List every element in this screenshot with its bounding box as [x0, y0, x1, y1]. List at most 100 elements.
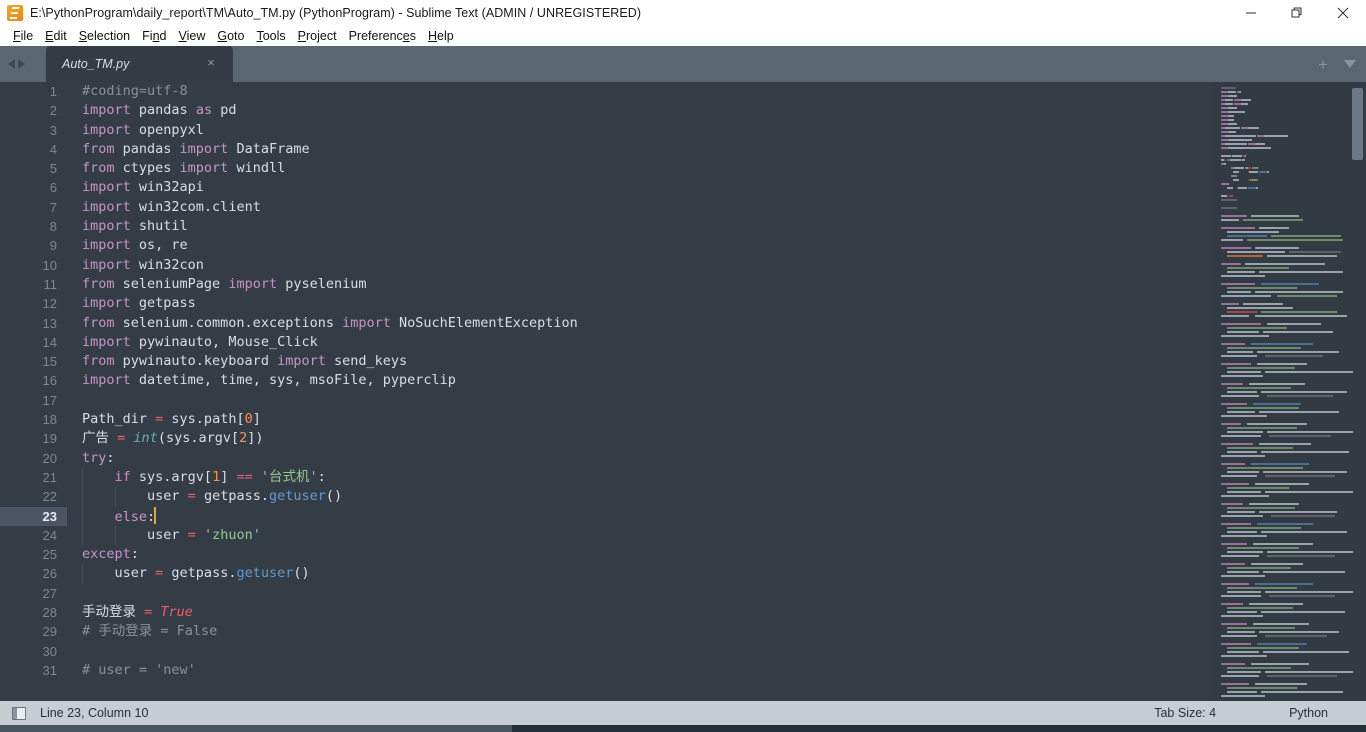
code-line[interactable]: 27: [0, 584, 1215, 603]
minimap-token: [1227, 646, 1299, 649]
code-line[interactable]: 3 import openpyxl: [0, 121, 1215, 140]
arrow-left-icon[interactable]: [8, 59, 15, 69]
code-line[interactable]: 17: [0, 391, 1215, 410]
editor-area[interactable]: 1 #coding=utf-8 2 import pandas as pd 3 impor…: [0, 82, 1366, 701]
code-text: #coding=utf-8: [82, 83, 188, 99]
code-line[interactable]: 22 user = getpass.getuser(): [0, 487, 1215, 507]
code-text: import shutil: [82, 218, 188, 235]
minimap-scroll-thumb[interactable]: [1352, 88, 1363, 160]
minimap-token: [1221, 106, 1228, 109]
code-line[interactable]: 1 #coding=utf-8: [0, 82, 1215, 101]
code-line[interactable]: 26 user = getpass.getuser(): [0, 564, 1215, 584]
taskbar-active-region: [0, 725, 512, 732]
menu-tools[interactable]: Tools: [250, 26, 291, 46]
menu-selection[interactable]: Selection: [73, 26, 136, 46]
status-bar-right: Tab Size: 4 Python: [1154, 701, 1366, 725]
code-line[interactable]: 20 try:: [0, 449, 1215, 468]
menu-file[interactable]: File: [7, 26, 39, 46]
line-number: 1: [49, 84, 57, 99]
menu-goto[interactable]: Goto: [211, 26, 250, 46]
code-line[interactable]: 4 from pandas import DataFrame: [0, 140, 1215, 159]
minimap-token: [1259, 442, 1311, 445]
code-line[interactable]: 2 import pandas as pd: [0, 101, 1215, 120]
code-line[interactable]: 31 # user = 'new': [0, 661, 1215, 680]
minimap-token: [1247, 126, 1260, 129]
menu-view[interactable]: View: [172, 26, 211, 46]
minimap-token: [1259, 226, 1289, 229]
syntax-indicator[interactable]: Python: [1289, 706, 1328, 720]
code-text: user = 'zhuon': [82, 526, 261, 543]
menu-project[interactable]: Project: [292, 26, 343, 46]
minimap-token: [1221, 302, 1239, 305]
code-line[interactable]: 10 import win32con: [0, 256, 1215, 275]
code-line[interactable]: 29 # 手动登录 = False: [0, 622, 1215, 641]
code-text: import win32con: [82, 256, 204, 273]
sidebar-toggle-icon[interactable]: [12, 706, 26, 720]
minimap-token: [1253, 542, 1313, 545]
code-line[interactable]: 18 Path_dir = sys.path[0]: [0, 410, 1215, 429]
code-line[interactable]: 23 else:: [0, 506, 1215, 526]
code-text: Path_dir = sys.path[0]: [82, 411, 261, 428]
minimap-token: [1265, 474, 1335, 477]
tab-bar: Auto_TM.py × +: [0, 46, 1366, 82]
minimap-token: [1227, 122, 1237, 125]
minimap-token: [1227, 326, 1287, 329]
minimap-token: [1221, 654, 1267, 657]
code-line[interactable]: 24 user = 'zhuon': [0, 525, 1215, 546]
code-line[interactable]: 9 import os, re: [0, 236, 1215, 255]
minimap-token: [1253, 402, 1301, 405]
tab-nav-arrows[interactable]: [8, 46, 25, 82]
code-line[interactable]: 5 from ctypes import windll: [0, 159, 1215, 178]
code-line[interactable]: 6 import win32api: [0, 178, 1215, 197]
code-line[interactable]: 15 from pywinauto.keyboard import send_ke…: [0, 352, 1215, 371]
code-line[interactable]: 8 import shutil: [0, 217, 1215, 236]
minimap-token: [1225, 102, 1234, 105]
minimize-icon[interactable]: [1228, 0, 1274, 26]
code-line[interactable]: 28 手动登录 = True: [0, 603, 1215, 622]
status-bar: Line 23, Column 10 Tab Size: 4 Python: [0, 701, 1366, 725]
line-number: 30: [42, 643, 57, 659]
tab-auto-tm-py[interactable]: Auto_TM.py ×: [46, 46, 233, 82]
chevron-down-icon[interactable]: [1344, 60, 1356, 68]
code-line[interactable]: 19 广告 = int(sys.argv[2]): [0, 429, 1215, 448]
code-line[interactable]: 14 import pywinauto, Mouse_Click: [0, 333, 1215, 352]
minimap-token: [1229, 158, 1242, 161]
code-viewport[interactable]: 1 #coding=utf-8 2 import pandas as pd 3 impor…: [0, 82, 1215, 682]
menu-edit[interactable]: Edit: [39, 26, 73, 46]
minimap-token: [1255, 582, 1313, 585]
tab-size-indicator[interactable]: Tab Size: 4: [1154, 706, 1216, 720]
code-line[interactable]: 30: [0, 642, 1215, 661]
minimap-token: [1267, 322, 1321, 325]
code-minimap[interactable]: [1215, 82, 1366, 701]
minimap-token: [1227, 470, 1259, 473]
minimap-token: [1248, 186, 1257, 189]
code-line[interactable]: 13 from selenium.common.exceptions import…: [0, 314, 1215, 333]
window-title: E:\PythonProgram\daily_report\TM\Auto_TM…: [30, 6, 642, 20]
code-line[interactable]: 16 import datetime, time, sys, msoFile, p…: [0, 371, 1215, 390]
minimap-token: [1227, 490, 1261, 493]
menu-preferences[interactable]: Preferences: [343, 26, 422, 46]
sublime-text-window: E:\PythonProgram\daily_report\TM\Auto_TM…: [0, 0, 1366, 732]
arrow-right-icon[interactable]: [18, 59, 25, 69]
minimap-token: [1261, 390, 1347, 393]
code-line[interactable]: 12 import getpass: [0, 294, 1215, 313]
code-line[interactable]: 11 from seleniumPage import pyselenium: [0, 275, 1215, 294]
close-icon[interactable]: [1320, 0, 1366, 26]
new-tab-icon[interactable]: +: [1318, 56, 1328, 73]
code-line[interactable]: 32: [0, 680, 1215, 682]
minimap-token: [1257, 522, 1313, 525]
code-text: import pandas as pd: [82, 102, 237, 119]
close-icon[interactable]: ×: [205, 56, 217, 69]
menu-find[interactable]: Find: [136, 26, 172, 46]
minimap-token: [1247, 178, 1249, 181]
code-line[interactable]: 25 except:: [0, 545, 1215, 564]
code-line[interactable]: 7 import win32com.client: [0, 198, 1215, 217]
code-line[interactable]: 21 if sys.argv[1] == '台式机':: [0, 467, 1215, 488]
minimap-token: [1227, 690, 1257, 693]
menu-help[interactable]: Help: [422, 26, 460, 46]
restore-icon[interactable]: [1274, 0, 1320, 26]
minimap-token: [1265, 634, 1327, 637]
minimap-token: [1241, 102, 1248, 105]
minimap-token: [1251, 462, 1309, 465]
minimap-token: [1241, 126, 1248, 129]
